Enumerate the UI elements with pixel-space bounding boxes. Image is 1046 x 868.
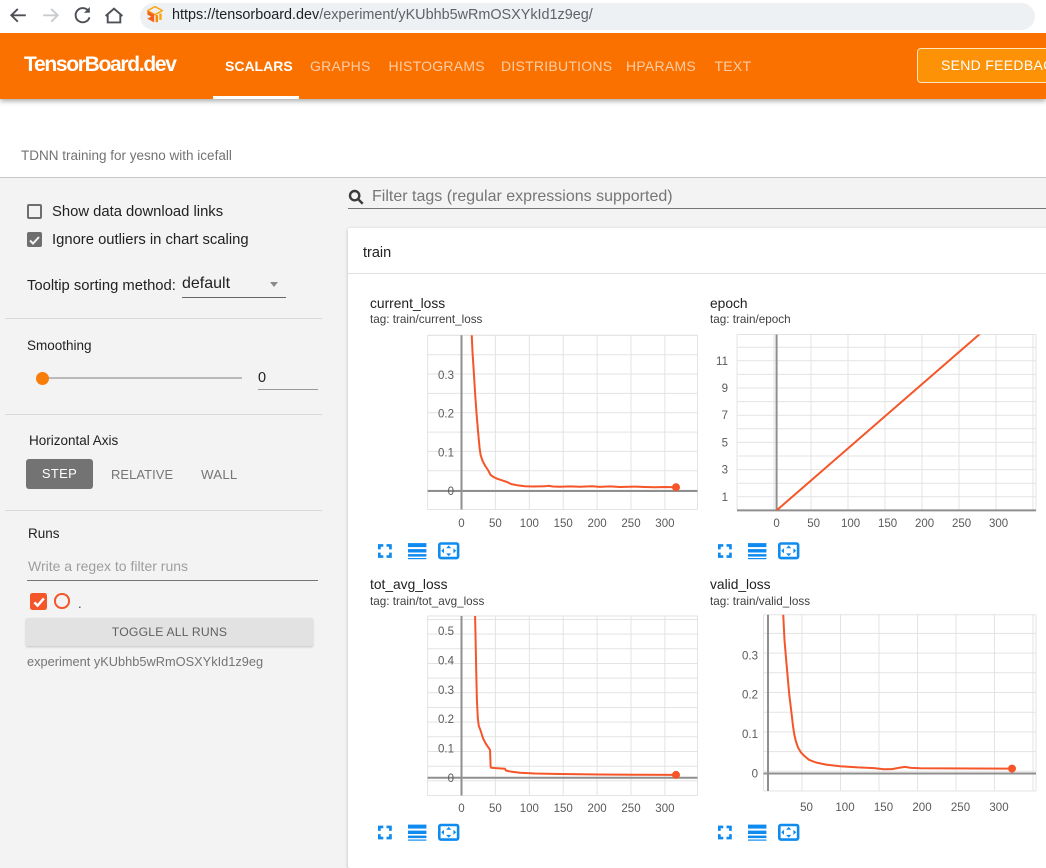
svg-text:200: 200 (588, 803, 607, 815)
svg-text:9: 9 (722, 383, 728, 395)
svg-text:250: 250 (621, 803, 640, 815)
svg-text:5: 5 (722, 437, 728, 449)
svg-text:3: 3 (722, 465, 728, 477)
svg-text:100: 100 (520, 518, 539, 530)
svg-text:0.3: 0.3 (438, 685, 454, 697)
svg-text:250: 250 (952, 518, 971, 530)
svg-text:0.3: 0.3 (438, 370, 454, 382)
svg-text:7: 7 (722, 410, 728, 422)
svg-text:200: 200 (912, 802, 931, 814)
svg-text:0.3: 0.3 (742, 650, 758, 662)
svg-text:0: 0 (773, 518, 779, 530)
svg-text:150: 150 (874, 802, 893, 814)
svg-text:300: 300 (655, 518, 674, 530)
svg-text:0: 0 (458, 518, 464, 530)
svg-text:50: 50 (807, 518, 820, 530)
svg-text:0.1: 0.1 (742, 729, 758, 741)
svg-text:100: 100 (841, 518, 860, 530)
svg-text:150: 150 (554, 518, 573, 530)
svg-text:250: 250 (621, 518, 640, 530)
svg-text:0: 0 (752, 769, 758, 781)
svg-text:0: 0 (448, 486, 454, 498)
svg-text:0.2: 0.2 (438, 714, 454, 726)
svg-text:0.1: 0.1 (438, 447, 454, 459)
svg-text:100: 100 (520, 803, 539, 815)
svg-text:50: 50 (489, 803, 502, 815)
svg-text:300: 300 (989, 802, 1008, 814)
svg-text:300: 300 (655, 803, 674, 815)
svg-text:0.5: 0.5 (438, 626, 454, 638)
svg-text:0: 0 (458, 803, 464, 815)
svg-text:150: 150 (554, 803, 573, 815)
svg-text:300: 300 (989, 518, 1008, 530)
svg-text:1: 1 (722, 492, 728, 504)
svg-text:50: 50 (800, 802, 813, 814)
svg-text:200: 200 (915, 518, 934, 530)
svg-text:150: 150 (878, 518, 897, 530)
svg-text:0.2: 0.2 (742, 690, 758, 702)
svg-text:11: 11 (716, 356, 728, 368)
svg-text:200: 200 (588, 518, 607, 530)
svg-text:0.4: 0.4 (438, 655, 455, 667)
svg-text:50: 50 (489, 518, 502, 530)
svg-text:0.1: 0.1 (438, 744, 454, 756)
svg-text:0: 0 (448, 773, 454, 785)
svg-text:0.2: 0.2 (438, 409, 454, 421)
svg-text:250: 250 (951, 802, 970, 814)
svg-text:100: 100 (835, 802, 854, 814)
